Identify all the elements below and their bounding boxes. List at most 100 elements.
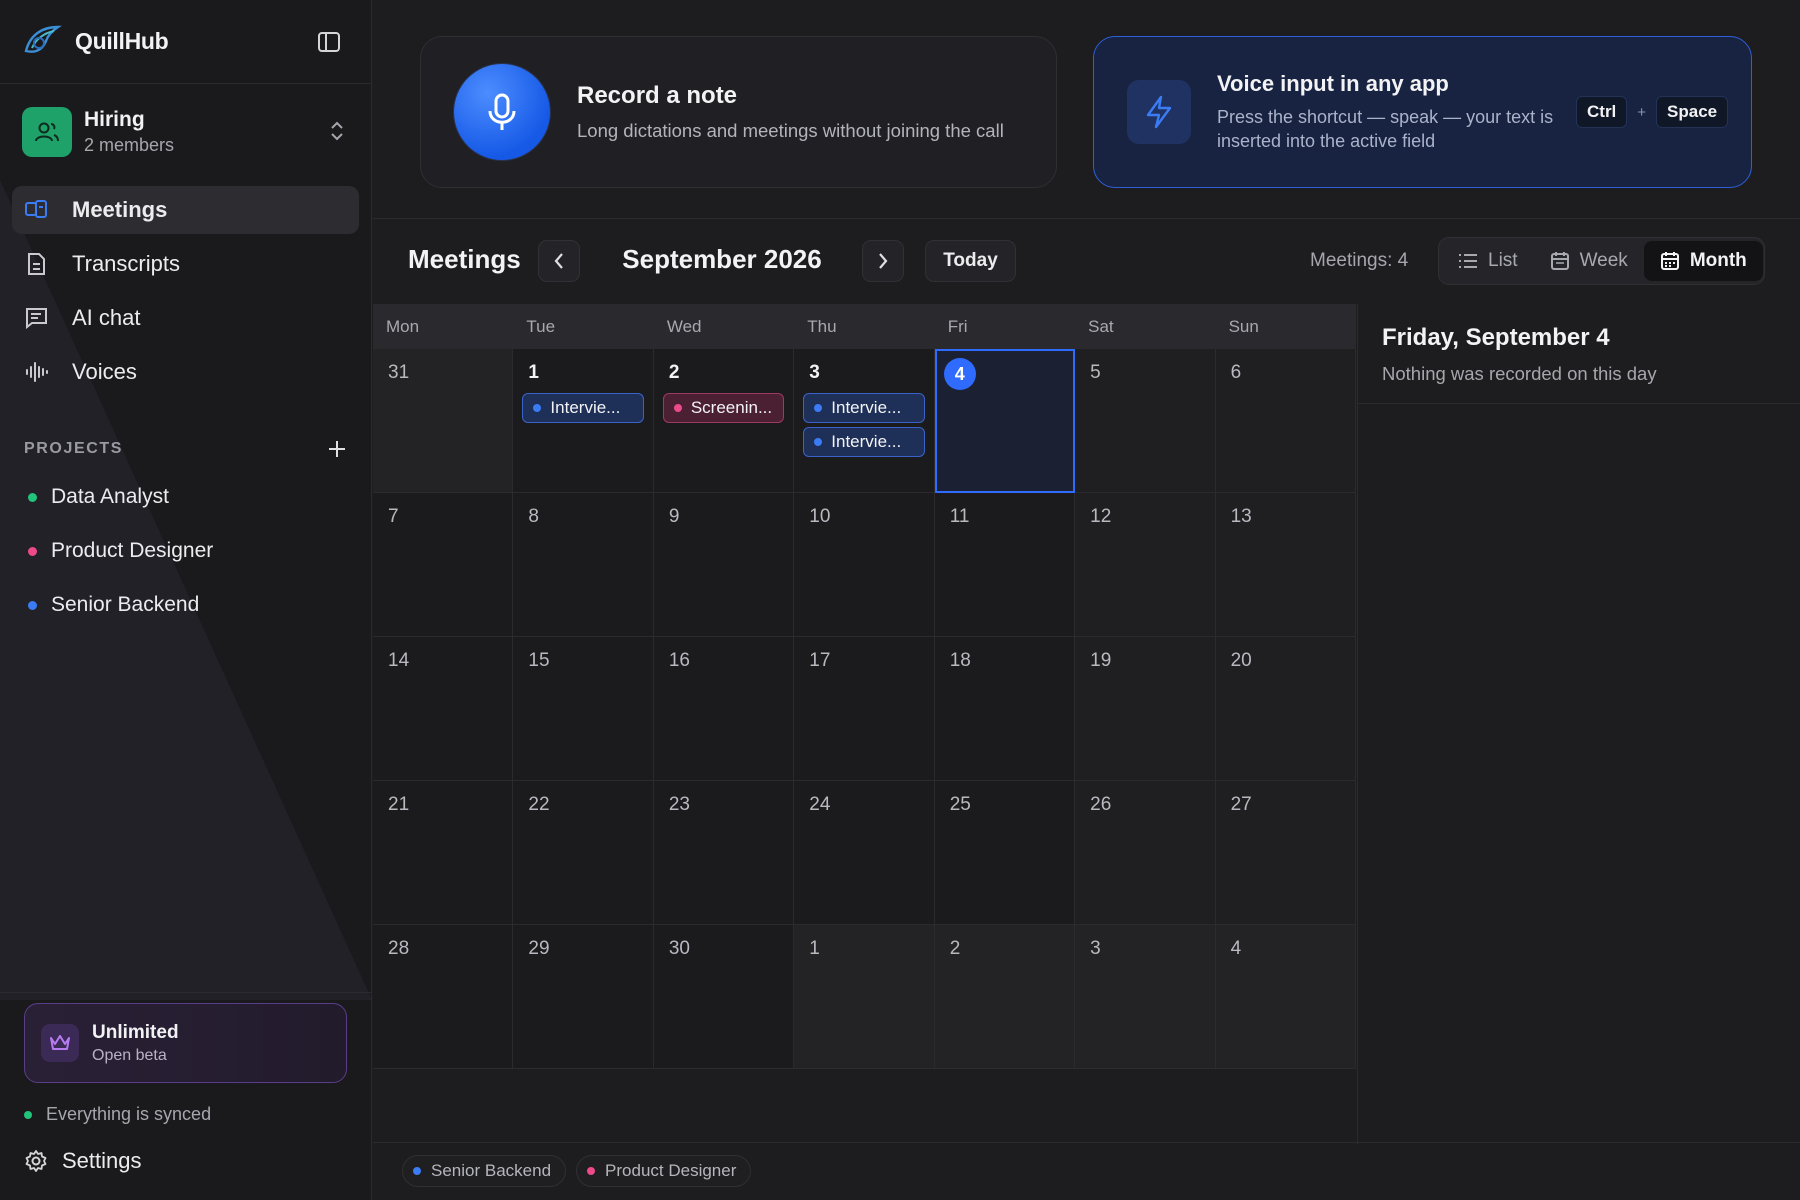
nav-label: Voices: [72, 359, 137, 384]
view-month-button[interactable]: Month: [1643, 241, 1763, 281]
day-cell[interactable]: 31: [373, 349, 514, 493]
nav-item-voices[interactable]: Voices: [12, 348, 359, 396]
today-button[interactable]: Today: [925, 240, 1016, 282]
weekday-label: Tue: [526, 317, 556, 336]
plan-card[interactable]: Unlimited Open beta: [24, 1003, 347, 1083]
project-color-dot: [28, 492, 37, 502]
meeting-event[interactable]: Screenin...: [662, 393, 785, 423]
meeting-event[interactable]: Intervie...: [803, 393, 925, 423]
chat-icon: [24, 306, 48, 330]
day-cell[interactable]: 14: [373, 637, 514, 781]
weekday-label: Mon: [386, 317, 420, 336]
prev-month-button[interactable]: [538, 240, 580, 282]
workspace-switcher[interactable]: Hiring 2 members: [22, 104, 352, 160]
gear-icon: [25, 1150, 47, 1172]
day-cell[interactable]: 3 Intervie... Intervie...: [794, 349, 935, 493]
record-button[interactable]: [454, 64, 550, 160]
project-item-data-analyst[interactable]: Data Analyst: [22, 473, 352, 521]
key-ctrl: Ctrl: [1576, 96, 1628, 128]
day-number: 8: [528, 506, 539, 527]
workspace-members: 2 members: [84, 135, 175, 155]
day-cell[interactable]: 24: [794, 781, 935, 925]
workspace-avatar: [22, 107, 72, 157]
legend-label: Senior Backend: [431, 1161, 552, 1180]
next-month-button[interactable]: [862, 240, 904, 282]
day-cell[interactable]: 5: [1075, 349, 1216, 493]
view-label: Month: [1689, 250, 1747, 271]
legend-chip-senior-backend[interactable]: Senior Backend: [402, 1155, 567, 1187]
shortcut-keys: Ctrl + Space: [1576, 96, 1729, 128]
day-cell[interactable]: 6: [1215, 349, 1356, 493]
legend-label: Product Designer: [605, 1161, 737, 1180]
view-week-button[interactable]: Week: [1534, 241, 1644, 281]
day-cell[interactable]: 13: [1215, 493, 1356, 637]
day-cell[interactable]: 16: [653, 637, 795, 781]
settings-button[interactable]: Settings: [24, 1148, 142, 1174]
brand[interactable]: QuillHub: [22, 20, 169, 62]
day-number: 17: [809, 650, 831, 671]
day-number: 4: [1230, 938, 1242, 959]
day-cell[interactable]: 1: [794, 925, 935, 1069]
nav-label: Transcripts: [72, 251, 180, 276]
nav-item-meetings[interactable]: Meetings: [12, 186, 359, 234]
day-cell[interactable]: 28: [373, 925, 514, 1069]
nav-item-ai-chat[interactable]: AI chat: [12, 294, 359, 342]
day-cell[interactable]: 10: [794, 493, 935, 637]
main-nav: Meetings Transcripts AI chat Voices: [12, 186, 359, 402]
day-cell[interactable]: 2 Screenin...: [653, 349, 795, 493]
day-cell[interactable]: 15: [513, 637, 654, 781]
calendar-week-icon: [1550, 252, 1569, 270]
day-cell[interactable]: 17: [794, 637, 935, 781]
view-list-button[interactable]: List: [1442, 241, 1534, 281]
record-note-card[interactable]: Record a note Long dictations and meetin…: [420, 36, 1057, 188]
project-item-product-designer[interactable]: Product Designer: [22, 527, 352, 575]
day-cell[interactable]: 2: [934, 925, 1076, 1069]
weekday-header: Mon Tue Wed Thu Fri Sat Sun: [373, 304, 1356, 349]
day-cell[interactable]: 20: [1215, 637, 1356, 781]
legend-divider: [373, 1142, 1800, 1143]
sidebar-toggle-button[interactable]: [312, 28, 346, 56]
day-cell[interactable]: 1 Intervie...: [513, 349, 654, 493]
meeting-event[interactable]: Intervie...: [803, 427, 925, 457]
project-color-dot: [28, 546, 37, 556]
day-cell[interactable]: 12: [1075, 493, 1216, 637]
day-cell[interactable]: 26: [1075, 781, 1216, 925]
day-cell[interactable]: 4: [1215, 925, 1356, 1069]
day-cell[interactable]: 19: [1075, 637, 1216, 781]
event-label: Intervie...: [550, 398, 621, 417]
chevron-right-icon: [879, 253, 888, 269]
calendar-month-icon: [1660, 252, 1679, 270]
day-number: 9: [668, 506, 680, 527]
day-number: 2: [949, 938, 961, 959]
legend-chip-product-designer[interactable]: Product Designer: [576, 1155, 752, 1187]
day-number: 26: [1090, 794, 1112, 815]
weekday-label: Sat: [1088, 317, 1114, 336]
add-project-button[interactable]: [324, 436, 350, 462]
day-number: 24: [809, 794, 831, 815]
day-cell[interactable]: 7: [373, 493, 514, 637]
day-cell[interactable]: 18: [934, 637, 1076, 781]
day-cell[interactable]: 22: [513, 781, 654, 925]
day-cell[interactable]: 29: [513, 925, 654, 1069]
day-cell[interactable]: 27: [1215, 781, 1356, 925]
day-cell[interactable]: 11: [934, 493, 1076, 637]
settings-label: Settings: [62, 1148, 142, 1173]
meeting-event[interactable]: Intervie...: [522, 393, 644, 423]
document-icon: [24, 252, 48, 276]
day-number: 25: [949, 794, 971, 815]
day-number: 22: [528, 794, 550, 815]
day-cell[interactable]: 25: [934, 781, 1076, 925]
day-cell[interactable]: 9: [653, 493, 795, 637]
day-cell[interactable]: 3: [1075, 925, 1216, 1069]
day-number: 23: [668, 794, 690, 815]
project-label: Data Analyst: [51, 485, 169, 508]
day-cell[interactable]: 30: [653, 925, 795, 1069]
day-cell[interactable]: 8: [513, 493, 654, 637]
project-item-senior-backend[interactable]: Senior Backend: [22, 581, 352, 629]
day-cell[interactable]: 21: [373, 781, 514, 925]
day-number: 20: [1230, 650, 1252, 671]
day-cell[interactable]: 23: [653, 781, 795, 925]
nav-item-transcripts[interactable]: Transcripts: [12, 240, 359, 288]
day-cell-selected[interactable]: 4: [934, 349, 1076, 493]
event-label: Intervie...: [831, 398, 902, 417]
